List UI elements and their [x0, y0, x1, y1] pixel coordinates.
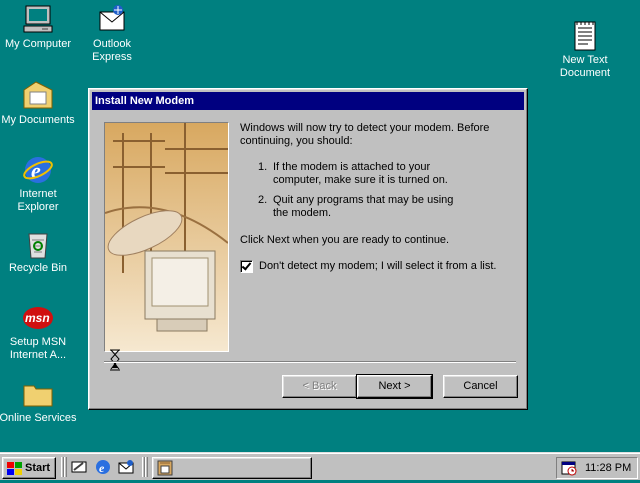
folder-icon: [22, 378, 54, 410]
desktop-icon-label: My Computer: [4, 38, 72, 50]
desktop-icon-label: Recycle Bin: [8, 262, 68, 274]
desktop-icon-internet-explorer[interactable]: e Internet Explorer: [0, 154, 78, 214]
taskbar-button-install-new-modem[interactable]: [152, 457, 312, 479]
step-item: 1. If the modem is attached to your comp…: [258, 161, 520, 187]
scheduler-icon[interactable]: [561, 460, 577, 476]
modem-wizard-icon: [157, 460, 173, 476]
dont-detect-modem-option[interactable]: Don't detect my modem; I will select it …: [240, 260, 520, 273]
dont-detect-modem-checkbox[interactable]: [240, 260, 253, 273]
desktop-icon-label: Online Services: [0, 412, 77, 424]
system-tray: 11:28 PM: [556, 457, 638, 479]
dialog-title[interactable]: Install New Modem: [92, 92, 524, 110]
internet-explorer-icon[interactable]: e: [95, 459, 111, 475]
instruction-text: Click Next when you are ready to continu…: [240, 234, 450, 246]
step-text: Quit any programs that may be using the …: [273, 194, 454, 219]
toolbar-grip[interactable]: [145, 457, 148, 477]
desktop-icon-recycle-bin[interactable]: Recycle Bin: [0, 228, 78, 275]
clock[interactable]: 11:28 PM: [585, 458, 631, 478]
toolbar-grip[interactable]: [64, 457, 67, 477]
desktop-icon-label: Internet Explorer: [17, 188, 59, 213]
internet-explorer-icon: e: [22, 154, 54, 186]
desktop-icon-new-text-document[interactable]: New Text Document: [545, 20, 625, 80]
back-button[interactable]: < Back: [282, 375, 357, 398]
show-desktop-icon[interactable]: [71, 459, 87, 475]
outlook-express-icon: [96, 4, 128, 36]
step-text: If the modem is attached to your compute…: [273, 161, 448, 186]
desktop-icon-label: Outlook Express: [92, 38, 132, 63]
start-label: Start: [25, 462, 51, 474]
start-button[interactable]: Start: [2, 457, 56, 479]
folder-icon: [22, 80, 54, 112]
desktop-icon-setup-msn[interactable]: msn Setup MSN Internet A...: [0, 302, 78, 362]
next-button[interactable]: Next >: [356, 374, 433, 399]
install-new-modem-dialog: Install New Modem Windows will now try t…: [88, 88, 528, 410]
checkbox-label: Don't detect my modem; I will select it …: [259, 260, 497, 272]
desktop-icon-outlook-express[interactable]: Outlook Express: [72, 4, 152, 64]
step-number: 2.: [258, 194, 268, 206]
windows-logo-icon: [7, 462, 23, 475]
wizard-illustration: [104, 122, 229, 352]
cancel-button[interactable]: Cancel: [443, 375, 518, 398]
svg-text:msn: msn: [25, 311, 50, 325]
desktop-icon-my-computer[interactable]: My Computer: [0, 4, 78, 51]
computer-icon: [22, 4, 54, 36]
desktop-icon-label: Setup MSN Internet A...: [9, 336, 67, 361]
hourglass-icon: [109, 349, 121, 371]
text-document-icon: [569, 20, 601, 52]
divider: [104, 361, 516, 363]
taskbar: Start e 11:28 PM: [0, 452, 640, 480]
desktop-icon-my-documents[interactable]: My Documents: [0, 80, 78, 127]
svg-text:e: e: [99, 461, 105, 475]
desktop-icon-label: My Documents: [1, 114, 75, 126]
msn-icon: msn: [22, 302, 54, 334]
svg-text:e: e: [31, 158, 41, 183]
step-number: 1.: [258, 161, 268, 173]
recycle-bin-icon: [22, 228, 54, 260]
desktop-icon-label: New Text Document: [559, 54, 611, 79]
outlook-express-icon[interactable]: [118, 459, 134, 475]
step-item: 2. Quit any programs that may be using t…: [258, 194, 520, 220]
intro-text: Windows will now try to detect your mode…: [240, 122, 490, 147]
desktop-icon-online-services[interactable]: Online Services: [0, 378, 78, 425]
